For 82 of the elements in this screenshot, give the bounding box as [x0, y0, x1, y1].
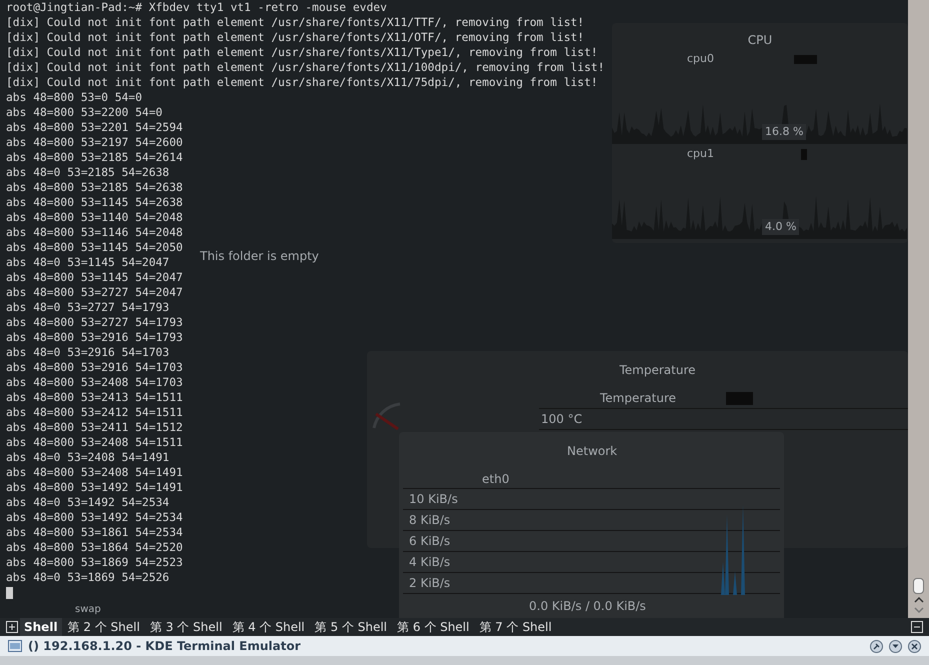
close-tab-icon[interactable] [911, 621, 923, 633]
terminal-line: abs 48=0 53=2185 54=2638 [6, 165, 170, 180]
terminal-line: abs 48=800 53=2197 54=2600 [6, 135, 183, 150]
terminal-cursor [6, 587, 13, 599]
terminal-line: abs 48=0 53=1492 54=2534 [6, 495, 170, 510]
terminal-line: abs 48=800 53=1864 54=2520 [6, 540, 183, 555]
terminal-line: root@Jingtian-Pad:~# Xfbdev tty1 vt1 -retro -mouse evdev [6, 0, 387, 15]
terminal-line: abs 48=800 53=1145 54=2050 [6, 240, 183, 255]
temperature-legend-swatch [726, 392, 754, 404]
terminal-line: abs 48=0 53=2408 54=1491 [6, 450, 170, 465]
terminal-line: abs 48=800 53=1145 54=2638 [6, 195, 183, 210]
terminal-line: [dix] Could not init font path element /usr/share/fonts/X11/Type1/, removing from list! [6, 45, 598, 60]
terminal-tab[interactable]: 第 4 个 Shell [228, 618, 309, 636]
terminal-tab[interactable]: 第 2 个 Shell [64, 618, 144, 636]
terminal-line: abs 48=800 53=1146 54=2048 [6, 225, 183, 240]
terminal-line: abs 48=800 53=2185 54=2638 [6, 180, 183, 195]
network-axis-label: 10 KiB/s [409, 491, 458, 508]
scrollbar[interactable] [908, 0, 929, 618]
cpu-core-label: cpu0 [687, 50, 714, 67]
terminal-line: abs 48=0 53=2916 54=1703 [6, 345, 170, 360]
network-axis-label: 4 KiB/s [409, 554, 450, 571]
terminal-tab[interactable]: 第 3 个 Shell [146, 618, 226, 636]
minimize-button[interactable] [889, 640, 902, 652]
network-axis-label: 6 KiB/s [409, 533, 450, 550]
close-icon [911, 642, 918, 650]
memory-swap-label: swap [75, 603, 101, 617]
cpu-usage-bar [794, 54, 818, 64]
terminal-line: abs 48=0 53=1869 54=2526 [6, 570, 170, 585]
terminal-line: abs 48=0 53=1145 54=2047 [6, 255, 170, 270]
terminal-icon [8, 640, 22, 652]
terminal-line: abs 48=800 53=2727 54=1793 [6, 315, 183, 330]
terminal-line: abs 48=800 53=2411 54=1512 [6, 420, 183, 435]
terminal-tab[interactable]: Shell [20, 618, 62, 636]
close-button[interactable] [908, 640, 921, 652]
scroll-up-icon[interactable] [914, 596, 924, 604]
terminal-line: abs 48=800 53=2916 54=1703 [6, 360, 183, 375]
terminal-line: abs 48=800 53=1869 54=2523 [6, 555, 183, 570]
terminal-line: abs 48=800 53=2408 54=1491 [6, 465, 183, 480]
temperature-legend: Temperature [600, 389, 676, 407]
terminal-line: abs 48=800 53=2412 54=1511 [6, 405, 183, 420]
terminal-line: [dix] Could not init font path element /usr/share/fonts/X11/100dpi/, removing from list! [6, 60, 605, 75]
terminal-line: abs 48=800 53=0 54=0 [6, 90, 142, 105]
terminal-tab[interactable]: 第 5 个 Shell [310, 618, 391, 636]
terminal-line: abs 48=800 53=1861 54=2534 [6, 525, 183, 540]
terminal-line: abs 48=800 53=2408 54=1511 [6, 435, 183, 450]
terminal-line: abs 48=800 53=2408 54=1703 [6, 375, 183, 390]
terminal-line: [dix] Could not init font path element /usr/share/fonts/X11/TTF/, removing from list! [6, 15, 584, 30]
temperature-axis-label: 100 °C [541, 411, 582, 428]
terminal-line: abs 48=800 53=2413 54=1511 [6, 390, 183, 405]
cpu-widget-title: CPU [748, 32, 772, 49]
network-interface-label: eth0 [482, 471, 510, 488]
terminal-line: abs 48=800 53=1140 54=2048 [6, 210, 183, 225]
temperature-widget-title: Temperature [619, 362, 696, 379]
terminal-line: abs 48=800 53=1145 54=2047 [6, 270, 183, 285]
network-reading: 0.0 KiB/s / 0.0 KiB/s [529, 598, 647, 615]
gauge-drawing [372, 402, 402, 430]
network-axis-label: 2 KiB/s [409, 575, 450, 592]
scrollbar-thumb[interactable] [913, 578, 924, 594]
terminal-line: [dix] Could not init font path element /usr/share/fonts/X11/OTF/, removing from list! [6, 30, 584, 45]
terminal-line: abs 48=800 53=2201 54=2594 [6, 120, 183, 135]
terminal-line: abs 48=800 53=1492 54=1491 [6, 480, 183, 495]
cpu-reading: 16.8 % [762, 124, 806, 140]
terminal-line: [dix] Could not init font path element /usr/share/fonts/X11/75dpi/, removing from list! [6, 75, 598, 90]
terminal-tab[interactable]: 第 6 个 Shell [393, 618, 474, 636]
terminal-line: abs 48=800 53=2185 54=2614 [6, 150, 183, 165]
terminal-tab[interactable]: 第 7 个 Shell [475, 618, 556, 636]
pin-icon [873, 642, 880, 650]
cpu-core-label: cpu1 [687, 146, 714, 162]
cpu-reading: 4.0 % [762, 218, 800, 235]
network-widget-title: Network [567, 443, 618, 460]
terminal-line: abs 48=800 53=1492 54=2534 [6, 510, 183, 525]
terminal-line: abs 48=800 53=2200 54=0 [6, 105, 162, 120]
terminal-line: abs 48=0 53=2727 54=1793 [6, 300, 170, 315]
new-tab-icon[interactable] [6, 621, 18, 633]
terminal-line: abs 48=800 53=2916 54=1793 [6, 330, 183, 345]
terminal-line: abs 48=800 53=2727 54=2047 [6, 285, 183, 300]
network-axis-label: 8 KiB/s [409, 512, 450, 529]
folder-empty-message: This folder is empty [200, 248, 319, 265]
window-title: () 192.168.1.20 - KDE Terminal Emulator [28, 638, 300, 655]
cpu-usage-bar [801, 148, 808, 160]
pin-button[interactable] [870, 640, 883, 652]
caret-down-icon [892, 644, 899, 648]
